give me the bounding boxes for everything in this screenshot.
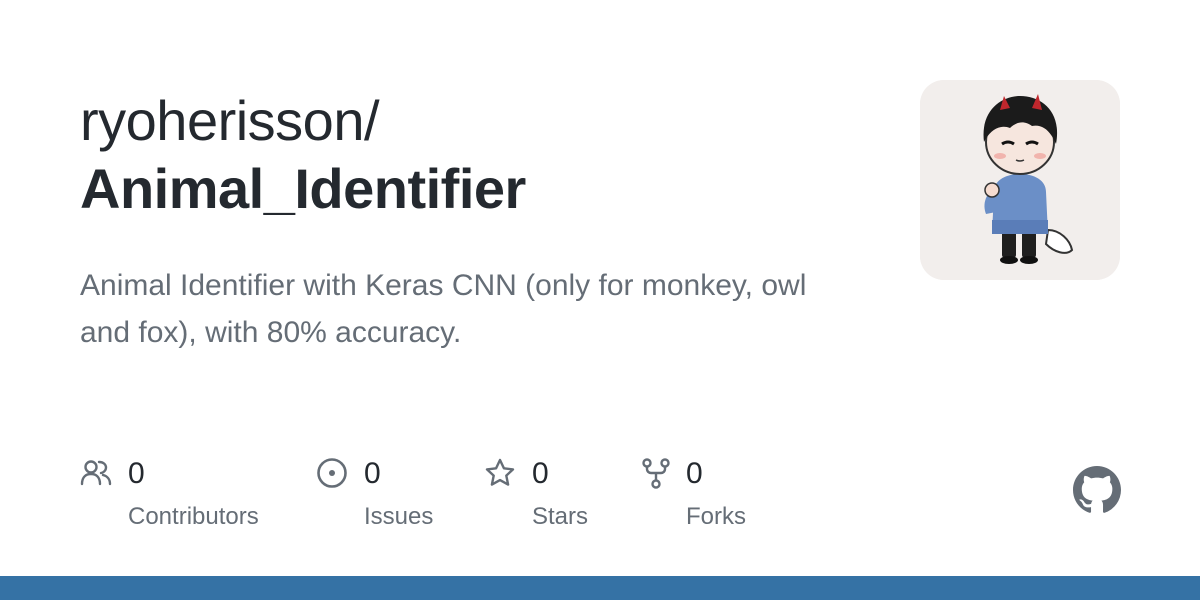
github-logo-icon[interactable] [1073, 466, 1121, 514]
stat-label: Issues [364, 503, 434, 530]
repo-owner[interactable]: ryoherisson/ [80, 88, 880, 154]
stat-value: 0 [532, 457, 549, 490]
stat-value: 0 [128, 457, 145, 490]
owner-avatar[interactable] [920, 80, 1120, 280]
repo-description: Animal Identifier with Keras CNN (only f… [80, 269, 807, 349]
stat-label: Contributors [128, 503, 259, 530]
issue-icon [317, 458, 347, 488]
people-icon [80, 460, 112, 486]
stat-value: 0 [364, 457, 381, 490]
star-icon [485, 458, 515, 486]
repo-social-card: ryoherisson/ Animal_Identifier Animal Id… [0, 0, 1200, 600]
repo-name[interactable]: Animal_Identifier [80, 154, 880, 224]
stat-value: 0 [686, 457, 703, 490]
language-color-bar [0, 576, 1200, 600]
chibi-avatar-icon [920, 80, 1120, 280]
stat-label: Forks [686, 503, 746, 530]
repo-title: ryoherisson/ Animal_Identifier [80, 88, 880, 224]
fork-icon [642, 458, 670, 489]
stat-label: Stars [532, 503, 589, 530]
